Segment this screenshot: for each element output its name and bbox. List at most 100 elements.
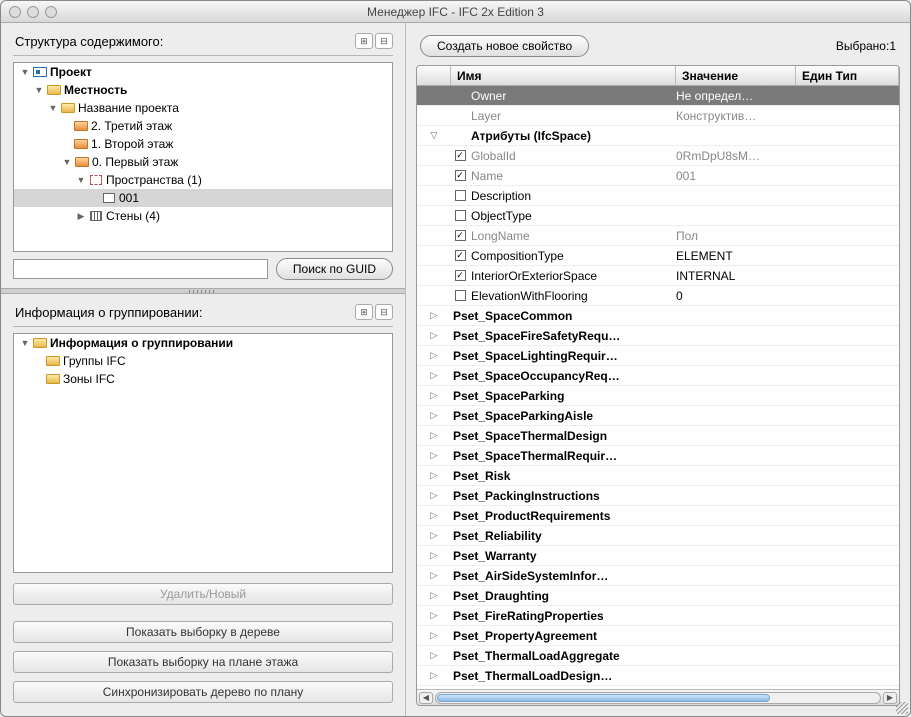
show-on-plan-button[interactable]: Показать выборку на плане этажа	[13, 651, 393, 673]
tree-item-spaces[interactable]: ▼ Пространства (1)	[14, 171, 392, 189]
tree-item-ifc-zones[interactable]: Зоны IFC	[14, 370, 392, 388]
tree-item-floor2[interactable]: 2. Третий этаж	[14, 117, 392, 135]
collapse-all-button[interactable]: ⊟	[375, 304, 393, 320]
chevron-icon[interactable]: ▷	[417, 590, 451, 601]
property-value[interactable]: 0RmDpU8sM…	[676, 149, 796, 163]
chevron-icon[interactable]: ▷	[417, 310, 451, 321]
tree-item-project[interactable]: ▼ Проект	[14, 63, 392, 81]
tree-item-floor1[interactable]: 1. Второй этаж	[14, 135, 392, 153]
chevron-icon[interactable]: ▷	[417, 570, 451, 581]
pset-row[interactable]: ▷Pset_SpaceFireSafetyRequ…	[417, 326, 899, 346]
pset-row[interactable]: ▷Pset_AirSideSystemInfor…	[417, 566, 899, 586]
pset-row[interactable]: ▷Pset_SpaceCommon	[417, 306, 899, 326]
property-value[interactable]: INTERNAL	[676, 269, 796, 283]
attr-row-ObjectType[interactable]: ObjectType	[417, 206, 899, 226]
collapse-all-button[interactable]: ⊟	[375, 33, 393, 49]
property-row-owner[interactable]: OwnerНе определ…	[417, 86, 899, 106]
chevron-down-icon[interactable]: ▼	[20, 67, 30, 77]
checkbox[interactable]: ✓	[455, 150, 466, 161]
property-value[interactable]: Не определ…	[676, 89, 796, 103]
pset-row[interactable]: ▷Pset_SpaceThermalRequir…	[417, 446, 899, 466]
search-guid-button[interactable]: Поиск по GUID	[276, 258, 393, 280]
scroll-track[interactable]	[435, 692, 881, 704]
pset-row[interactable]: ▷Pset_ThermalLoadDesign…	[417, 666, 899, 686]
tree-item-floor0[interactable]: ▼ 0. Первый этаж	[14, 153, 392, 171]
attr-row-LongName[interactable]: ✓LongNameПол	[417, 226, 899, 246]
pset-row[interactable]: ▷Pset_ProductRequirements	[417, 506, 899, 526]
attr-row-ElevationWithFlooring[interactable]: ElevationWithFlooring0	[417, 286, 899, 306]
chevron-icon[interactable]: ▷	[417, 450, 451, 461]
chevron-down-icon[interactable]: ▼	[34, 85, 44, 95]
property-row-layer[interactable]: LayerКонструктив…	[417, 106, 899, 126]
close-window-button[interactable]	[9, 6, 21, 18]
tree-item-ifc-groups[interactable]: Группы IFC	[14, 352, 392, 370]
pset-row[interactable]: ▷Pset_SpaceLightingRequir…	[417, 346, 899, 366]
checkbox[interactable]: ✓	[455, 230, 466, 241]
minimize-window-button[interactable]	[27, 6, 39, 18]
pset-row[interactable]: ▷Pset_FireRatingProperties	[417, 606, 899, 626]
delete-new-button[interactable]: Удалить/Новый	[13, 583, 393, 605]
chevron-right-icon[interactable]: ▶	[76, 211, 86, 222]
chevron-icon[interactable]: ▷	[417, 330, 451, 341]
chevron-down-icon[interactable]: ▼	[48, 103, 58, 113]
grouping-tree[interactable]: ▼ Информация о группировании Группы IFC …	[13, 333, 393, 573]
chevron-icon[interactable]: ▷	[417, 650, 451, 661]
chevron-down-icon[interactable]: ▼	[62, 157, 72, 167]
tree-item-walls[interactable]: ▶ Стены (4)	[14, 207, 392, 225]
pset-row[interactable]: ▷Pset_ThermalLoadAggregate	[417, 646, 899, 666]
chevron-icon[interactable]: ▷	[417, 530, 451, 541]
expand-all-button[interactable]: ⊞	[355, 33, 373, 49]
scroll-left-button[interactable]: ◀	[419, 692, 433, 704]
tree-item-room[interactable]: 001	[14, 189, 392, 207]
structure-tree[interactable]: ▼ Проект ▼ Местность ▼ Название проекта …	[13, 62, 393, 252]
chevron-icon[interactable]: ▷	[417, 390, 451, 401]
pset-row[interactable]: ▷Pset_Draughting	[417, 586, 899, 606]
checkbox[interactable]: ✓	[455, 170, 466, 181]
attr-row-InteriorOrExteriorSpace[interactable]: ✓InteriorOrExteriorSpaceINTERNAL	[417, 266, 899, 286]
checkbox[interactable]	[455, 190, 466, 201]
chevron-icon[interactable]: ▷	[417, 510, 451, 521]
property-value[interactable]: 001	[676, 169, 796, 183]
resize-grip[interactable]	[896, 702, 908, 714]
pset-row[interactable]: ▷Pset_SpaceParkingAisle	[417, 406, 899, 426]
horizontal-splitter[interactable]	[1, 288, 405, 294]
attr-row-GlobalId[interactable]: ✓GlobalId0RmDpU8sM…	[417, 146, 899, 166]
expand-all-button[interactable]: ⊞	[355, 304, 373, 320]
pset-row[interactable]: ▷Pset_PropertyAgreement	[417, 626, 899, 646]
attributes-group-header[interactable]: ▽Атрибуты (IfcSpace)	[417, 126, 899, 146]
property-value[interactable]: 0	[676, 289, 796, 303]
tree-item-site[interactable]: ▼ Местность	[14, 81, 392, 99]
zoom-window-button[interactable]	[45, 6, 57, 18]
pset-row[interactable]: ▷Pset_Risk	[417, 466, 899, 486]
chevron-icon[interactable]: ▽	[417, 130, 451, 141]
pset-row[interactable]: ▷Pset_Warranty	[417, 546, 899, 566]
tree-item-group-root[interactable]: ▼ Информация о группировании	[14, 334, 392, 352]
chevron-icon[interactable]: ▷	[417, 630, 451, 641]
property-value[interactable]: Пол	[676, 229, 796, 243]
checkbox[interactable]	[455, 290, 466, 301]
sync-tree-button[interactable]: Синхронизировать дерево по плану	[13, 681, 393, 703]
property-value[interactable]: ELEMENT	[676, 249, 796, 263]
horizontal-scrollbar[interactable]: ◀ ▶	[417, 689, 899, 705]
scroll-thumb[interactable]	[437, 694, 770, 702]
attr-row-Name[interactable]: ✓Name001	[417, 166, 899, 186]
chevron-icon[interactable]: ▷	[417, 410, 451, 421]
property-value[interactable]: Конструктив…	[676, 109, 796, 123]
pset-row[interactable]: ▷Pset_SpaceParking	[417, 386, 899, 406]
checkbox[interactable]	[455, 210, 466, 221]
chevron-down-icon[interactable]: ▼	[76, 175, 86, 185]
chevron-icon[interactable]: ▷	[417, 670, 451, 681]
create-property-button[interactable]: Создать новое свойство	[420, 35, 589, 57]
col-name[interactable]: Имя	[451, 66, 676, 85]
chevron-icon[interactable]: ▷	[417, 470, 451, 481]
pset-row[interactable]: ▷Pset_PackingInstructions	[417, 486, 899, 506]
chevron-icon[interactable]: ▷	[417, 430, 451, 441]
pset-row[interactable]: ▷Pset_Reliability	[417, 526, 899, 546]
guid-search-input[interactable]	[13, 259, 268, 279]
chevron-icon[interactable]: ▷	[417, 350, 451, 361]
col-unit[interactable]: Един Тип	[796, 66, 899, 85]
show-in-tree-button[interactable]: Показать выборку в дереве	[13, 621, 393, 643]
attr-row-CompositionType[interactable]: ✓CompositionTypeELEMENT	[417, 246, 899, 266]
chevron-icon[interactable]: ▷	[417, 550, 451, 561]
pset-row[interactable]: ▷Pset_SpaceThermalDesign	[417, 426, 899, 446]
